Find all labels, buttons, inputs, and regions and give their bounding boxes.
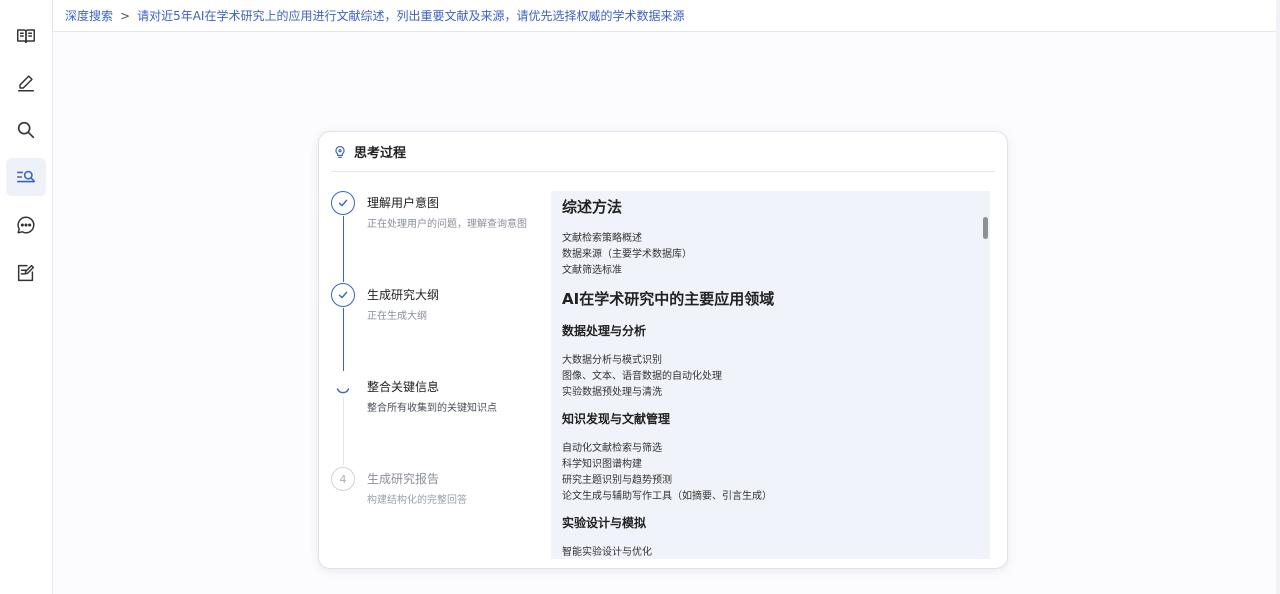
- search-icon: [17, 121, 35, 139]
- step-item: 整合关键信息 整合所有收集到的关键知识点: [331, 375, 541, 435]
- sidebar-item-write[interactable]: [6, 64, 46, 102]
- list-item: 研究主题识别与趋势预测: [562, 475, 672, 486]
- sidebar-item-deep-search[interactable]: [6, 158, 46, 196]
- left-sidebar: [0, 0, 53, 594]
- loading-spinner-icon: [331, 375, 355, 399]
- list-item: 文献检索策略概述: [562, 233, 642, 244]
- list-item: 自动化文献检索与筛选: [562, 443, 662, 454]
- breadcrumb-current: 请对近5年AI在学术研究上的应用进行文献综述，列出重要文献及来源，请优先选择权威…: [137, 9, 685, 23]
- step-title: 理解用户意图: [367, 196, 440, 210]
- steps-timeline: 理解用户意图 正在处理用户的问题，理解查询意图 生成研究大纲 正在生成大纲 整合…: [331, 191, 541, 551]
- sidebar-item-library[interactable]: [6, 17, 46, 55]
- step-title: 生成研究报告: [367, 472, 440, 486]
- thinking-process-card: 思考过程 理解用户意图 正在处理用户的问题，理解查询意图 生成研究大纲 正在生成…: [318, 131, 1008, 569]
- lightbulb-icon: [335, 145, 345, 158]
- step-description: 正在处理用户的问题，理解查询意图: [367, 219, 527, 230]
- sidebar-item-notes[interactable]: [6, 254, 46, 292]
- outline-content-pane[interactable]: 综述方法 文献检索策略概述 数据来源（主要学术数据库） 文献筛选标准 AI在学术…: [551, 191, 990, 559]
- step-description: 整合所有收集到的关键知识点: [367, 403, 497, 414]
- page-scrollbar[interactable]: [1276, 0, 1280, 594]
- step-title: 整合关键信息: [367, 380, 440, 394]
- step-number-badge: 4: [331, 467, 355, 491]
- pane-scrollbar-thumb[interactable]: [983, 217, 988, 239]
- card-header: 思考过程: [331, 132, 995, 172]
- list-item: 图像、文本、语音数据的自动化处理: [562, 371, 722, 382]
- deep-search-icon: [16, 170, 36, 183]
- breadcrumb-root-link[interactable]: 深度搜索: [65, 7, 113, 24]
- subsection-heading: 实验设计与模拟: [562, 516, 647, 530]
- section-heading: AI在学术研究中的主要应用领域: [562, 290, 775, 308]
- note-edit-icon: [17, 264, 35, 282]
- step-item: 理解用户意图 正在处理用户的问题，理解查询意图: [331, 191, 541, 251]
- check-circle-icon: [331, 191, 355, 215]
- step-description: 构建结构化的完整回答: [367, 495, 467, 506]
- step-item: 4 生成研究报告 构建结构化的完整回答: [331, 467, 541, 527]
- app-root: 深度搜索 > 请对近5年AI在学术研究上的应用进行文献综述，列出重要文献及来源，…: [0, 0, 1280, 594]
- book-icon: [17, 29, 35, 44]
- breadcrumb-separator: >: [120, 8, 131, 23]
- sidebar-item-search[interactable]: [6, 111, 46, 149]
- step-item: 生成研究大纲 正在生成大纲: [331, 283, 541, 343]
- subsection-heading: 数据处理与分析: [562, 324, 647, 338]
- card-title: 思考过程: [354, 146, 407, 161]
- list-item: 论文生成与辅助写作工具（如摘要、引言生成）: [562, 491, 772, 502]
- list-item: 大数据分析与模式识别: [562, 355, 662, 366]
- list-item: 实验数据预处理与清洗: [562, 387, 662, 398]
- check-circle-icon: [331, 283, 355, 307]
- list-item: 智能实验设计与优化: [562, 547, 652, 558]
- breadcrumb: 深度搜索 > 请对近5年AI在学术研究上的应用进行文献综述，列出重要文献及来源，…: [53, 0, 1276, 32]
- step-description: 正在生成大纲: [367, 311, 427, 322]
- list-item: 数据来源（主要学术数据库）: [562, 249, 692, 260]
- chat-bubble-icon: [17, 216, 35, 234]
- subsection-heading: 知识发现与文献管理: [562, 412, 671, 426]
- list-item: 科学知识图谱构建: [562, 459, 642, 470]
- sidebar-item-chat[interactable]: [6, 206, 46, 244]
- step-title: 生成研究大纲: [367, 288, 440, 302]
- section-heading: 综述方法: [562, 198, 623, 216]
- pen-icon: [17, 75, 35, 92]
- list-item: 文献筛选标准: [562, 265, 622, 276]
